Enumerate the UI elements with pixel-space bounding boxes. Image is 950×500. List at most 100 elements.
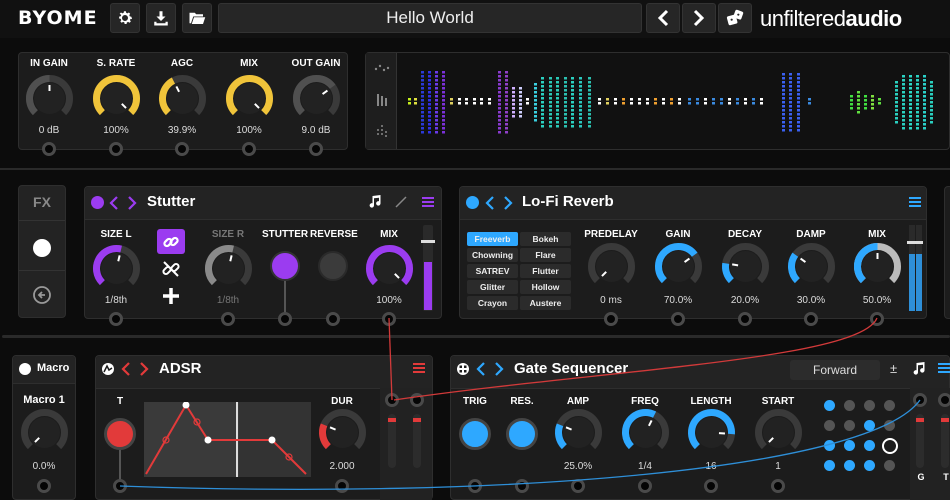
gate-output-jack-g[interactable] bbox=[913, 393, 927, 407]
gate-mode-select[interactable]: Forward bbox=[790, 360, 880, 380]
in-gain-jack[interactable] bbox=[42, 142, 56, 156]
gate-step-13[interactable] bbox=[824, 460, 835, 471]
agc-knob[interactable] bbox=[157, 73, 208, 124]
stutter-mix-knob[interactable] bbox=[364, 243, 415, 294]
gate-step-10[interactable] bbox=[844, 440, 855, 451]
gate-power-icon[interactable] bbox=[456, 362, 470, 376]
lofi-nav-arrows[interactable] bbox=[484, 195, 514, 211]
gate-step-8[interactable] bbox=[884, 420, 895, 431]
reverb-type-bokeh[interactable]: Bokeh bbox=[520, 232, 571, 246]
stutter-power-button[interactable] bbox=[91, 196, 104, 209]
mix-jack[interactable] bbox=[242, 142, 256, 156]
reverb-type-crayon[interactable]: Crayon bbox=[467, 296, 518, 310]
gate-step-12[interactable] bbox=[882, 438, 898, 454]
download-button[interactable] bbox=[146, 3, 176, 33]
reverb-type-flutter[interactable]: Flutter bbox=[520, 264, 571, 278]
lofi-menu-icon[interactable] bbox=[909, 197, 921, 207]
size-l-knob[interactable] bbox=[91, 243, 142, 294]
preset-name-field[interactable]: Hello World bbox=[218, 3, 642, 33]
reverb-type-hollow[interactable]: Hollow bbox=[520, 280, 571, 294]
stutter-toggle[interactable] bbox=[270, 251, 300, 281]
gate-step-2[interactable] bbox=[844, 400, 855, 411]
gate-res-button[interactable] bbox=[506, 418, 538, 450]
gate-length-knob[interactable] bbox=[686, 407, 737, 458]
macro-power-button[interactable] bbox=[19, 363, 31, 375]
gate-trig-jack[interactable] bbox=[468, 479, 482, 493]
adsr-trigger-button[interactable] bbox=[104, 418, 136, 450]
reverb-type-austere[interactable]: Austere bbox=[520, 296, 571, 310]
gate-start-jack[interactable] bbox=[771, 479, 785, 493]
gate-step-7[interactable] bbox=[864, 420, 875, 431]
adsr-output-jack-1[interactable] bbox=[385, 393, 399, 407]
previous-preset-button[interactable] bbox=[646, 3, 680, 33]
plus-minus-icon[interactable]: ± bbox=[890, 361, 897, 376]
adsr-menu-icon[interactable] bbox=[413, 363, 425, 373]
gate-step-1[interactable] bbox=[824, 400, 835, 411]
reverb-type-satrev[interactable]: SATREV bbox=[467, 264, 518, 278]
reverse-toggle[interactable] bbox=[318, 251, 348, 281]
lofi-mix-knob[interactable] bbox=[852, 241, 903, 292]
gate-step-15[interactable] bbox=[864, 460, 875, 471]
gate-step-14[interactable] bbox=[844, 460, 855, 471]
gate-length-jack[interactable] bbox=[704, 479, 718, 493]
fx-add-slot-button[interactable] bbox=[33, 239, 51, 257]
adsr-dur-jack[interactable] bbox=[335, 479, 349, 493]
gate-res-jack[interactable] bbox=[515, 479, 529, 493]
gate-step-11[interactable] bbox=[864, 440, 875, 451]
gate-trig-button[interactable] bbox=[459, 418, 491, 450]
lofi-decay-jack[interactable] bbox=[738, 312, 752, 326]
lofi-damp-knob[interactable] bbox=[786, 241, 837, 292]
gate-output-jack-t[interactable] bbox=[938, 393, 950, 407]
macro-jack[interactable] bbox=[37, 479, 51, 493]
gate-step-4[interactable] bbox=[884, 400, 895, 411]
lofi-gain-knob[interactable] bbox=[653, 241, 704, 292]
lofi-predelay-jack[interactable] bbox=[604, 312, 618, 326]
music-note-icon[interactable] bbox=[369, 195, 383, 209]
slash-icon[interactable] bbox=[394, 195, 408, 209]
reverb-type-flare[interactable]: Flare bbox=[520, 248, 571, 262]
adsr-output-jack-2[interactable] bbox=[410, 393, 424, 407]
adsr-power-icon[interactable] bbox=[101, 362, 115, 376]
s-rate-jack[interactable] bbox=[109, 142, 123, 156]
gate-amp-jack[interactable] bbox=[571, 479, 585, 493]
settings-button[interactable] bbox=[110, 3, 140, 33]
visualizer-mode-dotbars[interactable] bbox=[373, 122, 391, 140]
gate-freq-jack[interactable] bbox=[638, 479, 652, 493]
stutter-level-handle[interactable] bbox=[421, 240, 435, 243]
gate-step-9[interactable] bbox=[824, 440, 835, 451]
gate-step-16[interactable] bbox=[884, 460, 895, 471]
adsr-envelope-editor[interactable] bbox=[144, 402, 311, 477]
lofi-gain-jack[interactable] bbox=[671, 312, 685, 326]
s-rate-knob[interactable] bbox=[91, 73, 142, 124]
gate-step-3[interactable] bbox=[864, 400, 875, 411]
stutter-menu-icon[interactable] bbox=[422, 197, 434, 207]
gate-menu-icon[interactable] bbox=[938, 363, 950, 373]
mix-knob[interactable] bbox=[224, 73, 275, 124]
gate-step-5[interactable] bbox=[824, 420, 835, 431]
fx-back-button[interactable] bbox=[32, 285, 52, 305]
gate-step-6[interactable] bbox=[844, 420, 855, 431]
lofi-damp-jack[interactable] bbox=[804, 312, 818, 326]
macro-1-knob[interactable] bbox=[19, 407, 70, 458]
link-button[interactable] bbox=[157, 229, 185, 254]
adsr-dur-knob[interactable] bbox=[317, 407, 368, 458]
in-gain-knob[interactable] bbox=[24, 73, 75, 124]
reverb-type-freeverb[interactable]: Freeverb bbox=[467, 232, 518, 246]
unlink-button[interactable] bbox=[157, 257, 185, 281]
lofi-level-handle[interactable] bbox=[907, 241, 923, 244]
size-r-knob[interactable] bbox=[203, 243, 254, 294]
gate-amp-knob[interactable] bbox=[553, 407, 604, 458]
out-gain-jack[interactable] bbox=[309, 142, 323, 156]
lofi-decay-knob[interactable] bbox=[720, 241, 771, 292]
out-gain-knob[interactable] bbox=[291, 73, 342, 124]
adsr-trigger-jack[interactable] bbox=[113, 479, 127, 493]
visualizer-mode-bars[interactable] bbox=[373, 91, 391, 109]
gate-start-knob[interactable] bbox=[753, 407, 804, 458]
reverb-type-glitter[interactable]: Glitter bbox=[467, 280, 518, 294]
gate-freq-knob[interactable] bbox=[620, 407, 671, 458]
gate-music-note-icon[interactable] bbox=[913, 362, 927, 376]
add-button[interactable] bbox=[157, 284, 185, 308]
open-folder-button[interactable] bbox=[182, 3, 212, 33]
size-l-jack[interactable] bbox=[109, 312, 123, 326]
next-preset-button[interactable] bbox=[682, 3, 716, 33]
